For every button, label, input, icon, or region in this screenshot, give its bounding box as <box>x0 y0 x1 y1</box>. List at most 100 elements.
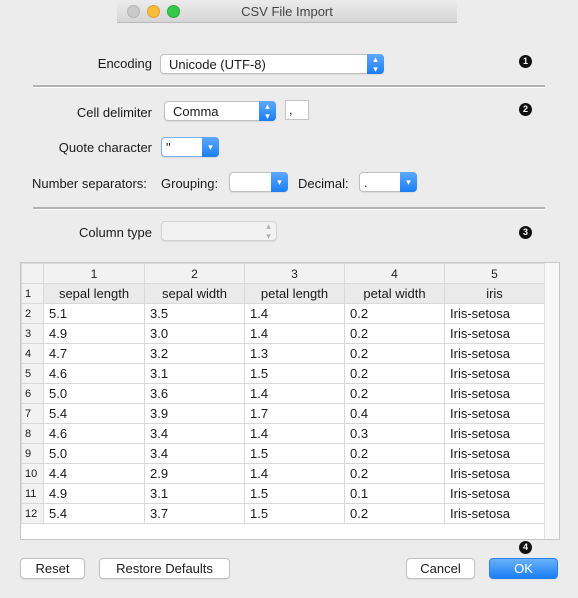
table-cell[interactable]: Iris-setosa <box>444 323 545 344</box>
table-row[interactable]: 5 4.6 3.1 1.5 0.2 Iris-setosa <box>21 363 545 384</box>
table-row[interactable]: 2 5.1 3.5 1.4 0.2 Iris-setosa <box>21 303 545 324</box>
row-number[interactable]: 3 <box>21 323 44 344</box>
table-cell[interactable]: Iris-setosa <box>444 483 545 504</box>
table-cell[interactable]: 5.1 <box>43 303 145 324</box>
table-cell[interactable]: 3.6 <box>144 383 245 404</box>
table-cell[interactable]: 3.4 <box>144 443 245 464</box>
table-cell[interactable]: Iris-setosa <box>444 463 545 484</box>
table-cell[interactable]: Iris-setosa <box>444 443 545 464</box>
row-number[interactable]: 9 <box>21 443 44 464</box>
table-cell[interactable]: 3.5 <box>144 303 245 324</box>
table-cell[interactable]: 5.0 <box>43 443 145 464</box>
table-cell[interactable]: Iris-setosa <box>444 343 545 364</box>
row-number[interactable]: 6 <box>21 383 44 404</box>
table-cell[interactable]: 0.2 <box>344 323 445 344</box>
column-number-header[interactable]: 2 <box>144 263 245 284</box>
table-cell[interactable]: 1.5 <box>244 443 345 464</box>
table-cell[interactable]: 1.4 <box>244 303 345 324</box>
table-cell[interactable]: Iris-setosa <box>444 423 545 444</box>
table-cell[interactable]: 0.2 <box>344 363 445 384</box>
table-cell[interactable]: Iris-setosa <box>444 403 545 424</box>
table-cell[interactable]: 0.2 <box>344 503 445 524</box>
row-number[interactable]: 2 <box>21 303 44 324</box>
table-row[interactable]: 11 4.9 3.1 1.5 0.1 Iris-setosa <box>21 483 545 504</box>
custom-delimiter-input[interactable]: , <box>285 100 309 120</box>
table-cell[interactable]: 0.2 <box>344 343 445 364</box>
header-cell[interactable]: iris <box>444 283 545 304</box>
table-cell[interactable]: 4.7 <box>43 343 145 364</box>
table-cell[interactable]: Iris-setosa <box>444 383 545 404</box>
table-cell[interactable]: 0.2 <box>344 463 445 484</box>
vertical-scrollbar[interactable] <box>544 263 559 539</box>
table-row[interactable]: 10 4.4 2.9 1.4 0.2 Iris-setosa <box>21 463 545 484</box>
table-cell[interactable]: Iris-setosa <box>444 503 545 524</box>
table-cell[interactable]: 1.5 <box>244 483 345 504</box>
row-number[interactable]: 5 <box>21 363 44 384</box>
row-number[interactable]: 1 <box>21 283 44 304</box>
reset-button[interactable]: Reset <box>20 558 85 579</box>
table-cell[interactable]: 1.5 <box>244 503 345 524</box>
table-cell[interactable]: 0.1 <box>344 483 445 504</box>
header-cell[interactable]: sepal length <box>43 283 145 304</box>
grouping-combo[interactable]: ▾ <box>229 172 288 192</box>
table-row[interactable]: 9 5.0 3.4 1.5 0.2 Iris-setosa <box>21 443 545 464</box>
cell-delimiter-select[interactable]: Comma ▴ ▾ <box>164 101 276 121</box>
table-row[interactable]: 7 5.4 3.9 1.7 0.4 Iris-setosa <box>21 403 545 424</box>
table-row[interactable]: 4 4.7 3.2 1.3 0.2 Iris-setosa <box>21 343 545 364</box>
table-cell[interactable]: 4.9 <box>43 323 145 344</box>
table-cell[interactable]: 1.4 <box>244 463 345 484</box>
column-number-header[interactable]: 1 <box>43 263 145 284</box>
column-number-header[interactable]: 4 <box>344 263 445 284</box>
row-number[interactable]: 7 <box>21 403 44 424</box>
title-bar[interactable]: CSV File Import <box>117 0 457 23</box>
ok-button[interactable]: OK <box>489 558 558 579</box>
table-cell[interactable]: 0.2 <box>344 303 445 324</box>
table-cell[interactable]: 3.9 <box>144 403 245 424</box>
table-row[interactable]: 12 5.4 3.7 1.5 0.2 Iris-setosa <box>21 503 545 524</box>
column-number-header[interactable]: 3 <box>244 263 345 284</box>
table-cell[interactable]: 3.2 <box>144 343 245 364</box>
table-cell[interactable]: 4.6 <box>43 363 145 384</box>
table-cell[interactable]: 4.6 <box>43 423 145 444</box>
table-cell[interactable]: 3.0 <box>144 323 245 344</box>
table-cell[interactable]: 4.9 <box>43 483 145 504</box>
table-row[interactable]: 6 5.0 3.6 1.4 0.2 Iris-setosa <box>21 383 545 404</box>
table-cell[interactable]: 5.4 <box>43 503 145 524</box>
table-cell[interactable]: 4.4 <box>43 463 145 484</box>
table-row[interactable]: 1 sepal length sepal width petal length peta… <box>21 283 545 304</box>
data-preview-table[interactable]: 1 2 3 4 5 1 sepal length sepal width petal … <box>20 262 560 540</box>
table-cell[interactable]: 2.9 <box>144 463 245 484</box>
table-cell[interactable]: 3.7 <box>144 503 245 524</box>
table-cell[interactable]: Iris-setosa <box>444 363 545 384</box>
row-number[interactable]: 11 <box>21 483 44 504</box>
row-number[interactable]: 8 <box>21 423 44 444</box>
cancel-button[interactable]: Cancel <box>406 558 475 579</box>
table-cell[interactable]: 0.2 <box>344 443 445 464</box>
table-row[interactable]: 8 4.6 3.4 1.4 0.3 Iris-setosa <box>21 423 545 444</box>
row-number[interactable]: 10 <box>21 463 44 484</box>
table-cell[interactable]: 1.4 <box>244 423 345 444</box>
table-cell[interactable]: 5.4 <box>43 403 145 424</box>
header-cell[interactable]: sepal width <box>144 283 245 304</box>
header-cell[interactable]: petal width <box>344 283 445 304</box>
encoding-select[interactable]: Unicode (UTF-8) ▴ ▾ <box>160 54 384 74</box>
column-number-header[interactable]: 5 <box>444 263 545 284</box>
table-cell[interactable]: 3.1 <box>144 483 245 504</box>
table-cell[interactable]: 3.1 <box>144 363 245 384</box>
restore-defaults-button[interactable]: Restore Defaults <box>99 558 230 579</box>
table-cell[interactable]: 1.5 <box>244 363 345 384</box>
decimal-combo[interactable]: . ▾ <box>359 172 417 192</box>
table-cell[interactable]: 0.3 <box>344 423 445 444</box>
table-cell[interactable]: 1.4 <box>244 323 345 344</box>
preview-grid[interactable]: 1 2 3 4 5 1 sepal length sepal width petal … <box>21 263 545 524</box>
header-cell[interactable]: petal length <box>244 283 345 304</box>
row-number[interactable]: 12 <box>21 503 44 524</box>
table-cell[interactable]: 1.3 <box>244 343 345 364</box>
quote-character-combo[interactable]: " ▾ <box>161 137 219 157</box>
table-cell[interactable]: 0.4 <box>344 403 445 424</box>
table-cell[interactable]: Iris-setosa <box>444 303 545 324</box>
table-row[interactable]: 3 4.9 3.0 1.4 0.2 Iris-setosa <box>21 323 545 344</box>
table-cell[interactable]: 3.4 <box>144 423 245 444</box>
table-cell[interactable]: 0.2 <box>344 383 445 404</box>
table-cell[interactable]: 1.7 <box>244 403 345 424</box>
